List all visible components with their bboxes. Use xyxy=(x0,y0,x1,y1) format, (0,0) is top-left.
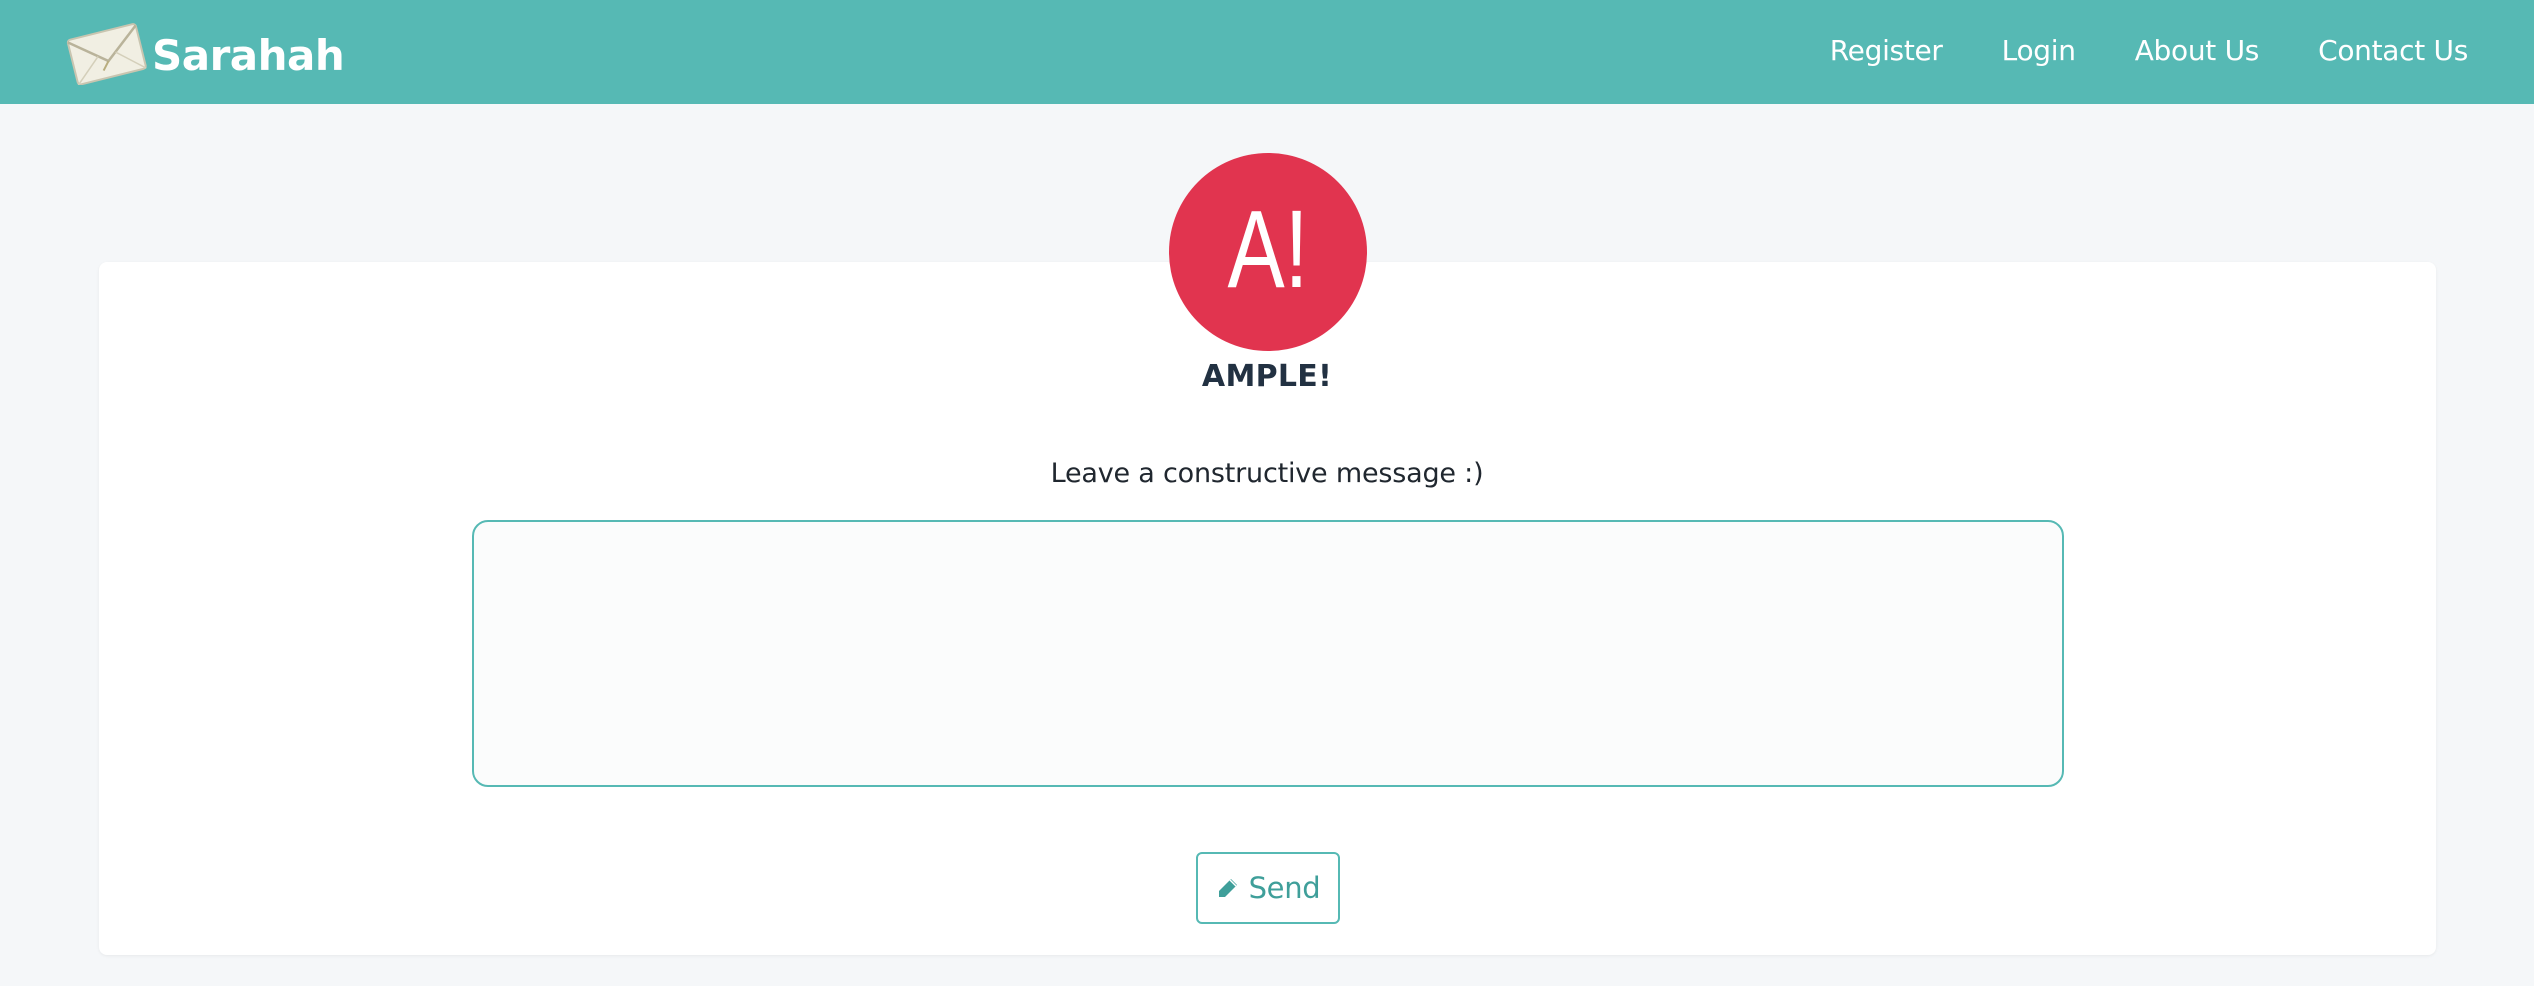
profile-name: AMPLE! xyxy=(1201,359,1333,394)
message-prompt: Leave a constructive message :) xyxy=(1050,458,1484,489)
avatar: A! xyxy=(1169,153,1367,351)
send-button[interactable]: Send xyxy=(1196,852,1340,924)
brand-link[interactable]: Sarahah xyxy=(66,18,345,88)
nav-contact-link[interactable]: Contact Us xyxy=(2318,34,2468,67)
nav-links: Register Login About Us Contact Us xyxy=(1771,0,2469,100)
avatar-initials: A! xyxy=(1227,188,1308,311)
send-label: Send xyxy=(1248,871,1321,905)
message-input[interactable] xyxy=(472,520,2064,787)
nav-about-link[interactable]: About Us xyxy=(2135,34,2260,67)
nav-login-link[interactable]: Login xyxy=(2002,34,2076,67)
brand-name: Sarahah xyxy=(152,30,345,80)
navbar: Sarahah Register Login About Us Contact … xyxy=(0,0,2534,104)
envelope-icon xyxy=(66,23,147,85)
avatar-image: A! xyxy=(1227,188,1308,311)
pencil-icon xyxy=(1218,879,1237,897)
nav-register-link[interactable]: Register xyxy=(1830,34,1943,67)
